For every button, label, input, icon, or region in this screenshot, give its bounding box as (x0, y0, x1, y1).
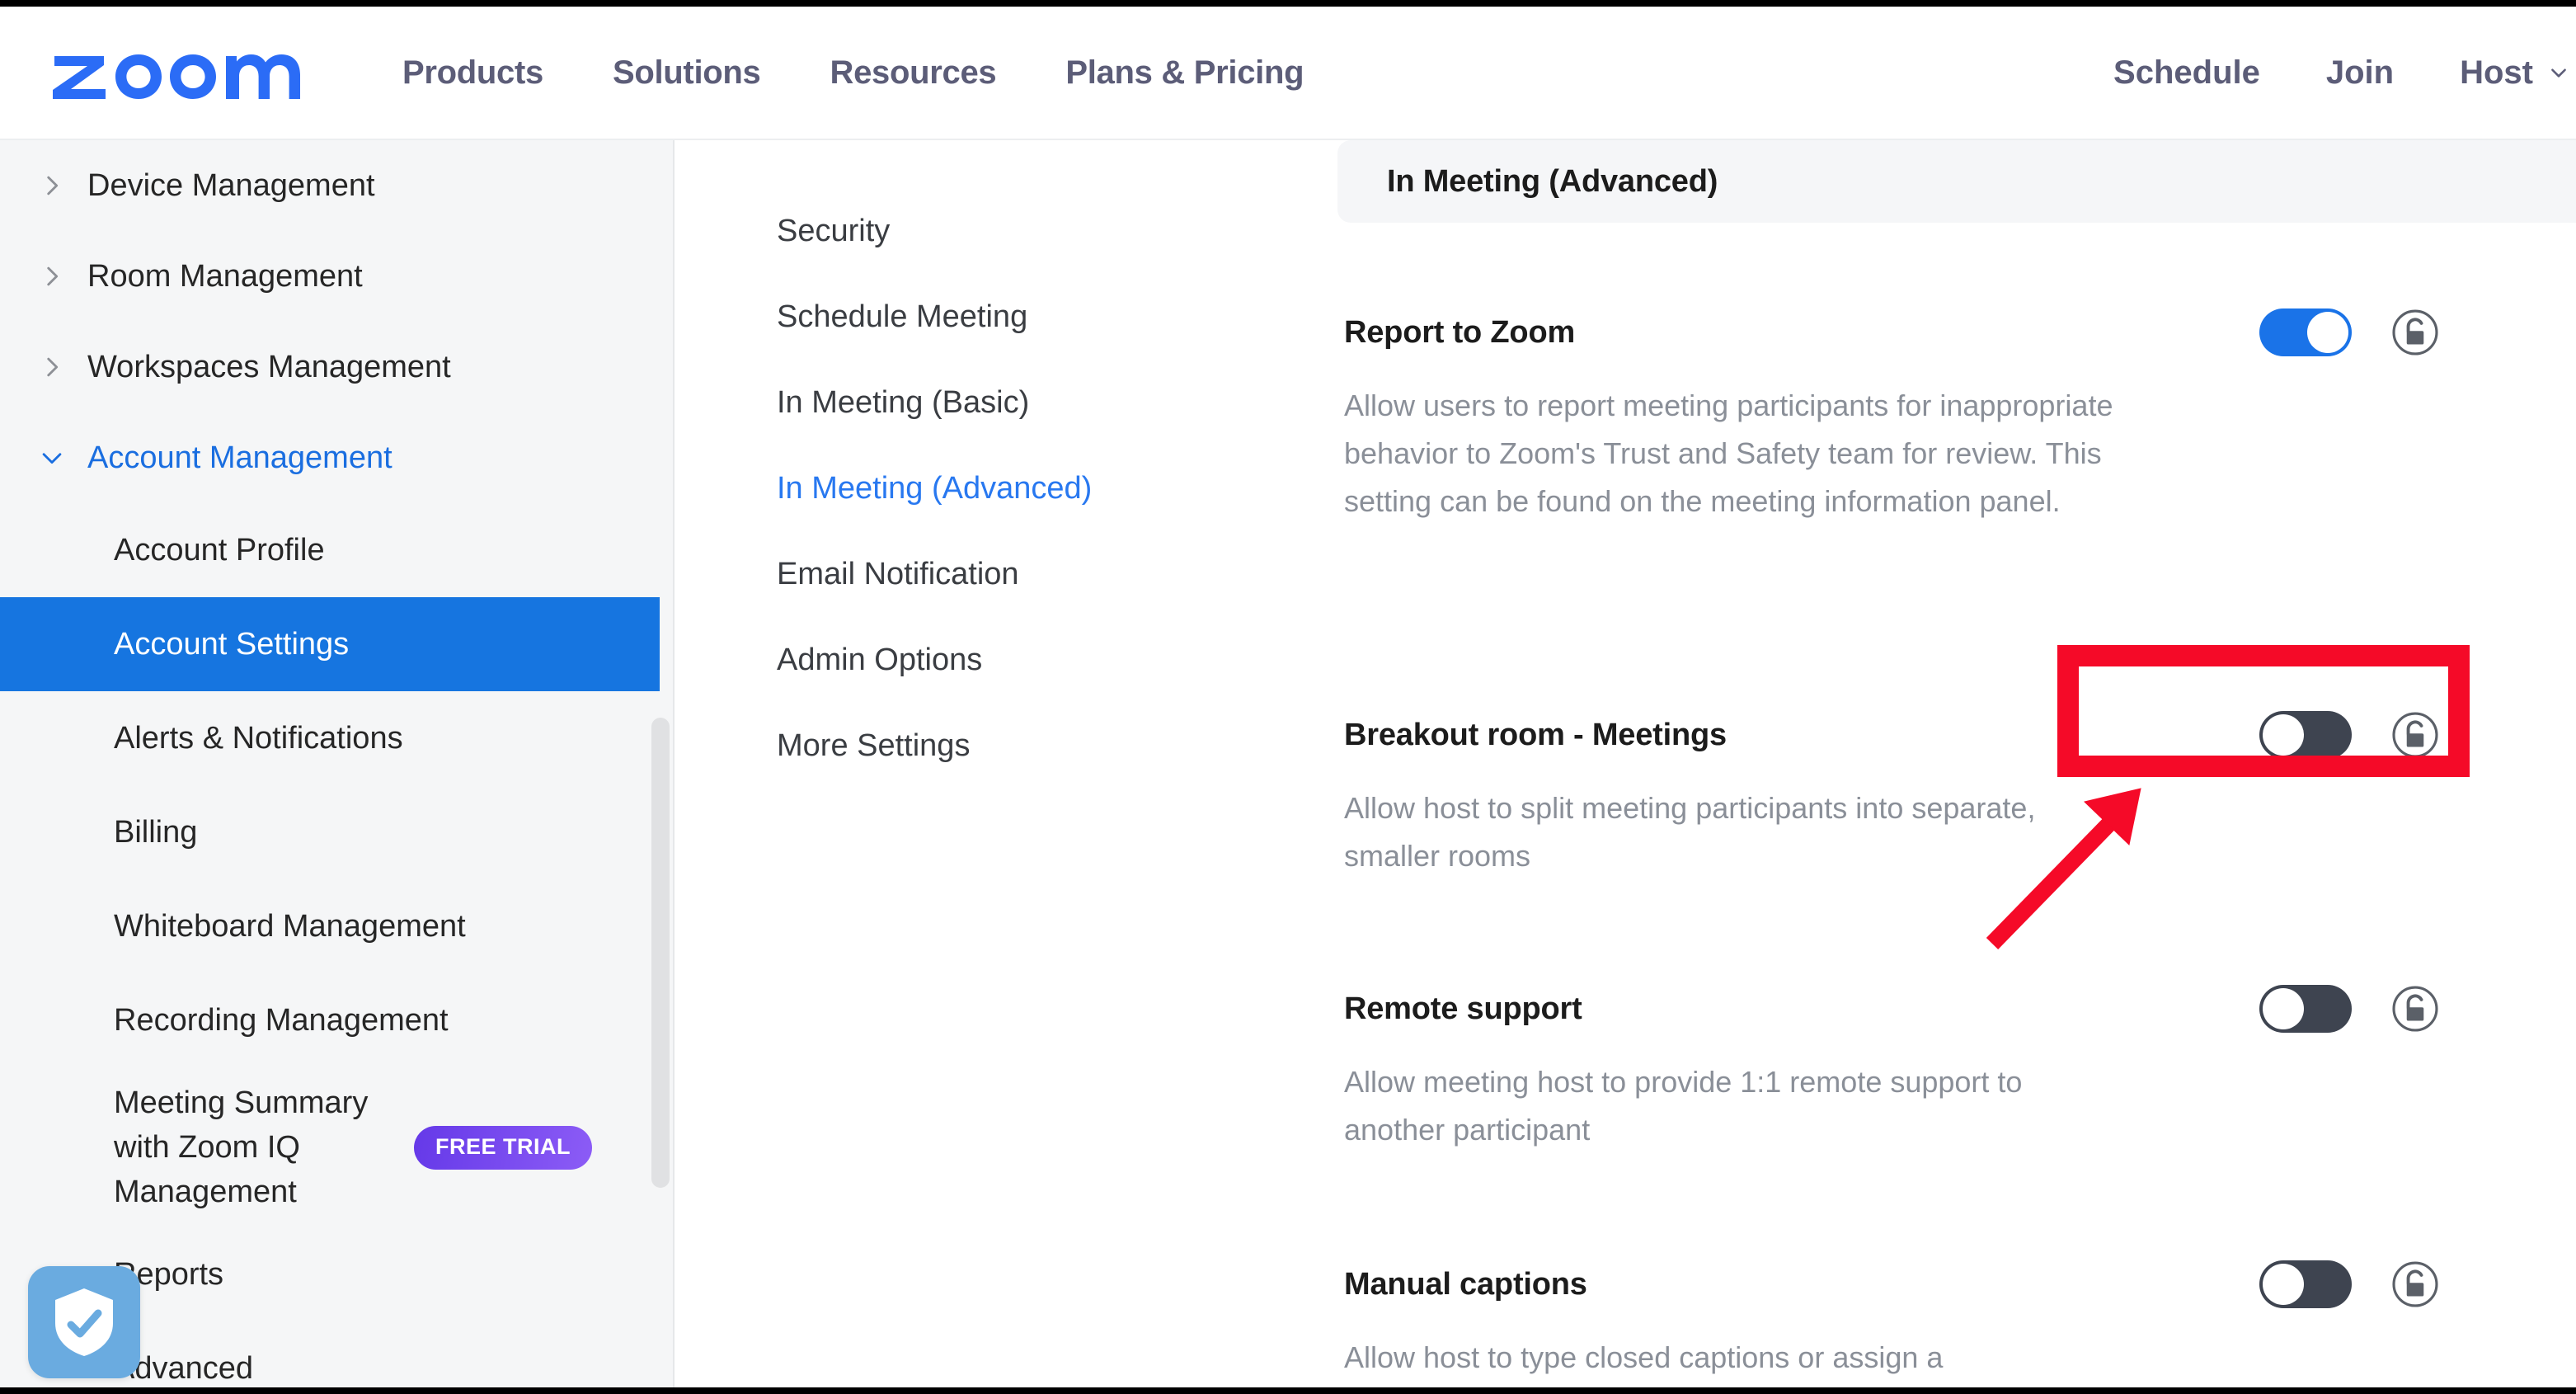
page-title: In Meeting (Advanced) (1387, 163, 1718, 199)
setting-row-report-to-zoom: Report to Zoom Allow users to report mee… (1344, 308, 2576, 525)
host-menu-button[interactable]: Host (2427, 54, 2576, 92)
sidebar-item-account-settings[interactable]: Account Settings (0, 597, 660, 691)
sidebar-item-label: Billing (114, 814, 198, 850)
setting-row-manual-captions: Manual captions Allow host to type close… (1344, 1260, 2576, 1387)
shield-check-icon (55, 1288, 113, 1356)
unlock-icon[interactable] (2391, 985, 2439, 1033)
setting-text: Breakout room - Meetings Allow host to s… (1344, 718, 2136, 880)
sidebar-item-label: Whiteboard Management (114, 908, 466, 944)
primary-navigation: Products Solutions Resources Plans & Pri… (368, 54, 1338, 92)
sidebar-item-billing[interactable]: Billing (0, 785, 673, 879)
settings-nav-in-meeting-advanced[interactable]: In Meeting (Advanced) (676, 445, 1328, 531)
free-trial-badge: FREE TRIAL (414, 1125, 592, 1170)
toggle-manual-captions[interactable] (2259, 1260, 2352, 1308)
section-header: In Meeting (Advanced) (1337, 140, 2576, 223)
sidebar-item-label: Room Management (87, 258, 363, 294)
setting-controls (2259, 1260, 2439, 1308)
settings-category-nav: Security Schedule Meeting In Meeting (Ba… (676, 140, 1328, 1387)
setting-row-remote-support: Remote support Allow meeting host to pro… (1344, 985, 2576, 1154)
settings-nav-security[interactable]: Security (676, 188, 1328, 274)
toggle-knob (2263, 714, 2304, 756)
setting-controls (2259, 308, 2439, 356)
sidebar-item-workspaces-management[interactable]: Workspaces Management (0, 322, 673, 412)
setting-description: Allow meeting host to provide 1:1 remote… (1344, 1065, 2023, 1147)
nav-item-products[interactable]: Products (368, 54, 578, 92)
toggle-report-to-zoom[interactable] (2259, 308, 2352, 356)
setting-description: Allow host to type closed captions or as… (1344, 1340, 1944, 1374)
sidebar-item-meeting-summary-zoom-iq[interactable]: Meeting Summary with Zoom IQ Management … (0, 1067, 673, 1227)
sidebar-item-label: Recording Management (114, 1002, 449, 1038)
sidebar-item-label: Account Management (87, 440, 393, 475)
setting-description: Allow host to split meeting participants… (1344, 791, 2036, 873)
left-sidebar: Device Management Room Management Worksp… (0, 140, 675, 1387)
setting-text: Manual captions Allow host to type close… (1344, 1267, 2136, 1387)
sidebar-item-account-management[interactable]: Account Management (0, 412, 673, 503)
sidebar-item-device-management[interactable]: Device Management (0, 140, 673, 231)
chevron-down-icon (42, 453, 62, 464)
site-header: Products Solutions Resources Plans & Pri… (0, 7, 2576, 140)
setting-controls (2259, 711, 2439, 759)
settings-main-panel: In Meeting (Advanced) Report to Zoom All… (1328, 140, 2576, 1387)
sidebar-item-label: Alerts & Notifications (114, 720, 403, 756)
setting-row-breakout-room-meetings: Breakout room - Meetings Allow host to s… (1344, 711, 2576, 880)
unlock-icon[interactable] (2391, 1260, 2439, 1308)
sidebar-item-whiteboard-management[interactable]: Whiteboard Management (0, 879, 673, 973)
sidebar-item-recording-management[interactable]: Recording Management (0, 973, 673, 1067)
toggle-knob (2263, 988, 2304, 1029)
toggle-remote-support[interactable] (2259, 985, 2352, 1033)
trust-shield-widget[interactable] (28, 1266, 140, 1378)
nav-item-solutions[interactable]: Solutions (578, 54, 796, 92)
settings-nav-more-settings[interactable]: More Settings (676, 703, 1328, 789)
schedule-button[interactable]: Schedule (2080, 54, 2293, 92)
setting-controls (2259, 985, 2439, 1033)
chevron-right-icon (47, 357, 59, 377)
zoom-account-settings-page: Products Solutions Resources Plans & Pri… (0, 0, 2576, 1394)
setting-title: Breakout room - Meetings (1344, 718, 1727, 752)
sidebar-item-label: Device Management (87, 167, 375, 203)
header-actions: Schedule Join Host (2080, 54, 2576, 92)
sidebar-item-label: Account Settings (114, 626, 350, 662)
toggle-knob (2263, 1264, 2304, 1305)
sidebar-scrollbar-thumb[interactable] (651, 718, 670, 1188)
nav-item-resources[interactable]: Resources (795, 54, 1031, 92)
sidebar-item-account-profile[interactable]: Account Profile (0, 503, 673, 597)
settings-nav-admin-options[interactable]: Admin Options (676, 617, 1328, 703)
chevron-down-icon (2551, 68, 2566, 78)
chevron-right-icon (47, 266, 59, 286)
join-button[interactable]: Join (2293, 54, 2427, 92)
sidebar-item-label: Workspaces Management (87, 349, 451, 384)
nav-item-plans-pricing[interactable]: Plans & Pricing (1031, 54, 1338, 92)
setting-description: Allow users to report meeting participan… (1344, 389, 2113, 518)
sidebar-item-label: Meeting Summary with Zoom IQ Management (114, 1086, 369, 1209)
toggle-knob (2307, 312, 2348, 353)
settings-nav-email-notification[interactable]: Email Notification (676, 531, 1328, 617)
setting-title: Report to Zoom (1344, 315, 1576, 350)
sidebar-item-alerts-notifications[interactable]: Alerts & Notifications (0, 691, 673, 785)
unlock-icon[interactable] (2391, 711, 2439, 759)
toggle-breakout-room-meetings[interactable] (2259, 711, 2352, 759)
host-menu-label: Host (2460, 54, 2533, 91)
settings-nav-schedule-meeting[interactable]: Schedule Meeting (676, 274, 1328, 360)
sidebar-item-room-management[interactable]: Room Management (0, 231, 673, 322)
setting-title: Manual captions (1344, 1267, 1587, 1302)
setting-text: Report to Zoom Allow users to report mee… (1344, 315, 2136, 525)
sidebar-item-label: Account Profile (114, 532, 325, 567)
screenshot-bottom-border (0, 1387, 2576, 1394)
setting-title: Remote support (1344, 991, 1582, 1026)
chevron-right-icon (47, 176, 59, 195)
setting-text: Remote support Allow meeting host to pro… (1344, 991, 2136, 1154)
unlock-icon[interactable] (2391, 308, 2439, 356)
settings-nav-in-meeting-basic[interactable]: In Meeting (Basic) (676, 360, 1328, 445)
screenshot-top-border (0, 0, 2576, 7)
zoom-logo[interactable] (51, 43, 303, 102)
